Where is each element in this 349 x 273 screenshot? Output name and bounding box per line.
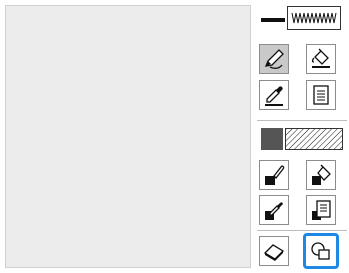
line-style-pattern-button[interactable] <box>287 6 341 30</box>
eyedropper-icon <box>265 202 283 220</box>
eraser-button[interactable] <box>259 236 289 266</box>
line-eyedropper-button[interactable] <box>259 80 289 110</box>
eraser-icon <box>263 244 285 261</box>
shapes-icon <box>311 242 330 260</box>
section-divider <box>257 120 347 121</box>
section-divider <box>257 230 347 231</box>
document-lines-icon <box>312 200 331 220</box>
eyedropper-icon <box>265 86 283 106</box>
fill-eyedropper-button[interactable] <box>259 195 289 225</box>
zigzag-stitch-icon <box>291 12 337 24</box>
paint-brush-icon <box>265 165 285 185</box>
brush-button[interactable] <box>259 160 289 190</box>
shapes-button[interactable] <box>303 233 339 269</box>
paint-bucket-icon <box>311 48 330 68</box>
fill-color-swatch[interactable] <box>261 128 283 150</box>
fill-bucket-alt-button[interactable] <box>306 160 336 190</box>
drawing-canvas[interactable] <box>5 5 251 268</box>
fill-settings-button[interactable] <box>306 195 336 225</box>
pencil-icon <box>264 49 284 69</box>
pencil-button[interactable] <box>259 44 289 74</box>
line-settings-button[interactable] <box>306 80 336 110</box>
paint-bucket-button[interactable] <box>306 44 336 74</box>
tool-panel <box>255 0 349 273</box>
hatch-pattern-icon <box>286 129 342 149</box>
line-style-solid-icon[interactable] <box>261 12 285 28</box>
paint-bucket-fill-icon <box>312 164 331 185</box>
document-lines-icon <box>313 85 329 105</box>
fill-pattern-swatch[interactable] <box>285 128 343 150</box>
